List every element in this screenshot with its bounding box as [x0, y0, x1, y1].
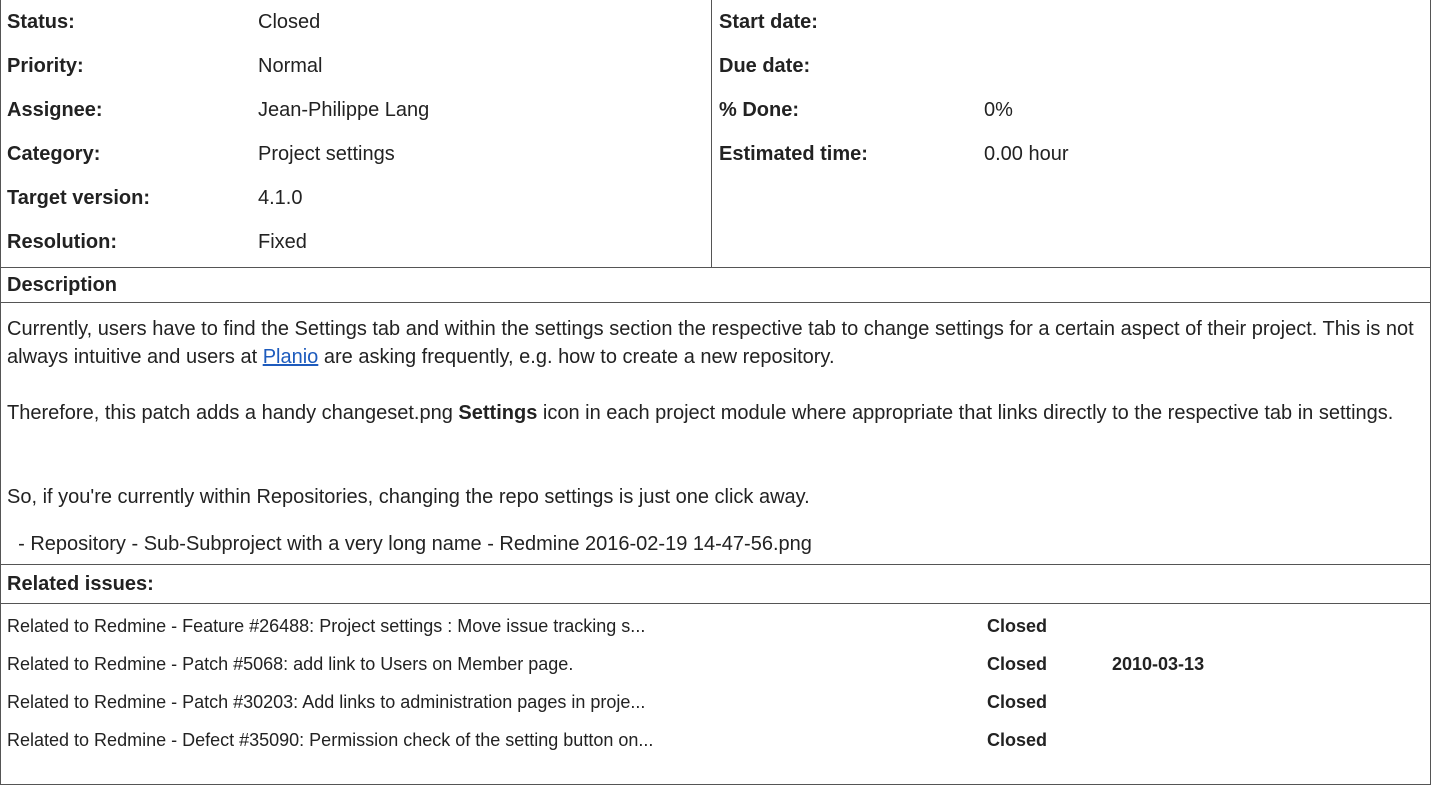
attribute-label: Target version: [7, 187, 150, 209]
attribute-value: 0% [984, 99, 1013, 121]
description-text: are asking frequently, e.g. how to creat… [318, 346, 835, 368]
attribute-estimated-time: Estimated time: 0.00 hour [1, 132, 1431, 176]
related-issue-link[interactable]: Related to Redmine - Defect #35090: Perm… [7, 721, 653, 759]
description-text: Therefore, this patch adds a handy chang… [7, 402, 459, 424]
related-issues-heading: Related issues: [7, 573, 154, 595]
attribute-label: Resolution: [7, 231, 117, 253]
related-issue-row: Related to Redmine - Feature #26488: Pro… [1, 607, 1430, 645]
related-issues-section: Related issues: Related to Redmine - Fea… [0, 564, 1431, 785]
related-issue-link[interactable]: Related to Redmine - Patch #30203: Add l… [7, 683, 645, 721]
related-issue-status: Closed [987, 730, 1048, 750]
related-issue-link[interactable]: Related to Redmine - Feature #26488: Pro… [7, 607, 645, 645]
related-issue-status: Closed [987, 616, 1048, 636]
related-issue-link[interactable]: Related to Redmine - Patch #5068: add li… [7, 645, 573, 683]
attribute-target-version: Target version: 4.1.0 [1, 176, 711, 220]
attribute-value: 4.1.0 [258, 187, 303, 209]
description-section: Description Currently, users have to fin… [0, 268, 1431, 564]
attribute-done-ratio: % Done: 0% [1, 88, 1431, 132]
related-issue-status: Closed [987, 692, 1048, 712]
related-issue-row: Related to Redmine - Defect #35090: Perm… [1, 721, 1430, 759]
attachment-filename[interactable]: - Repository - Sub-Subproject with a ver… [7, 530, 1422, 558]
description-heading: Description [7, 274, 118, 296]
description-paragraph: Therefore, this patch adds a handy chang… [7, 399, 1422, 427]
attribute-label: Start date: [719, 11, 818, 33]
attribute-label: % Done: [719, 99, 799, 121]
attribute-value: 0.00 hour [984, 143, 1069, 165]
description-paragraph: Currently, users have to find the Settin… [7, 315, 1422, 371]
description-divider [1, 302, 1430, 303]
issue-details: Status: Closed Priority: Normal Assignee… [0, 0, 1432, 785]
related-issue-date: 2010-03-13 [1112, 654, 1205, 674]
attribute-value: Fixed [258, 231, 307, 253]
attribute-start-date: Start date: [1, 0, 1431, 44]
attribute-label: Estimated time: [719, 143, 868, 165]
attribute-resolution: Resolution: Fixed [1, 220, 711, 264]
related-issue-row: Related to Redmine - Patch #30203: Add l… [1, 683, 1430, 721]
description-paragraph: So, if you're currently within Repositor… [7, 486, 810, 508]
settings-emphasis: Settings [458, 402, 538, 424]
description-text: icon in each project module where approp… [537, 402, 1394, 424]
issue-attributes: Status: Closed Priority: Normal Assignee… [0, 0, 1431, 268]
related-issues-divider [1, 603, 1430, 604]
related-issue-status: Closed [987, 654, 1048, 674]
planio-link[interactable]: Planio [263, 346, 319, 368]
attribute-label: Due date: [719, 55, 811, 77]
attribute-due-date: Due date: [1, 44, 1431, 88]
related-issue-row: Related to Redmine - Patch #5068: add li… [1, 645, 1430, 683]
